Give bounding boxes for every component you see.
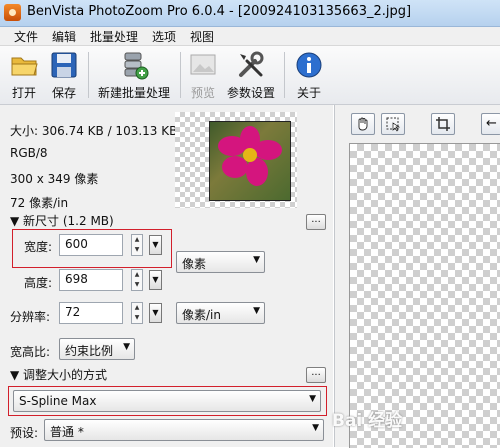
- toolbar-separator: [88, 52, 89, 98]
- preview-image-icon: [190, 54, 216, 75]
- menu-view[interactable]: 视图: [190, 28, 214, 45]
- batch-server-icon: [124, 52, 149, 80]
- menu-file[interactable]: 文件: [14, 28, 38, 45]
- resize-method-more-button[interactable]: ...: [306, 367, 326, 383]
- preset-label: 预设:: [10, 426, 39, 440]
- chevron-down-icon: ▼: [253, 306, 260, 316]
- arrow-left-button[interactable]: ←: [481, 113, 500, 135]
- chevron-down-icon: ▼: [253, 255, 260, 265]
- height-input[interactable]: 698: [59, 269, 123, 291]
- watermark-text: Bai 经验: [332, 411, 403, 431]
- flower-photo: [209, 121, 291, 201]
- width-link-button[interactable]: ▼: [149, 235, 162, 255]
- image-thumbnail[interactable]: [175, 112, 297, 208]
- settings-panel: 大小: 306.74 KB / 103.13 KB RGB/8 300 x 34…: [0, 105, 333, 447]
- preview-canvas[interactable]: Bai 经验: [332, 143, 500, 448]
- tools-wrench-screwdriver-icon: [239, 51, 264, 77]
- resize-method-select[interactable]: S-Spline Max ▼: [13, 390, 321, 412]
- folder-open-icon: [11, 57, 38, 76]
- crop-icon: [436, 117, 450, 131]
- stepper-up-icon[interactable]: ▲: [133, 270, 141, 280]
- resolution-input[interactable]: 72: [59, 302, 123, 324]
- chevron-down-icon: ▼: [312, 423, 319, 433]
- stepper-up-icon[interactable]: ▲: [133, 303, 141, 313]
- resolution-link-button[interactable]: ▼: [149, 303, 162, 323]
- new-size-header[interactable]: ▼ 新尺寸 (1.2 MB): [10, 212, 114, 229]
- color-mode-text: RGB/8: [10, 146, 48, 160]
- arrow-left-icon: ←: [486, 116, 497, 131]
- info-icon: [296, 52, 322, 78]
- crop-tool-button[interactable]: [431, 113, 455, 135]
- menu-bar: 文件 编辑 批量处理 选项 视图: [0, 27, 500, 46]
- resolution-stepper[interactable]: ▲ ▼: [131, 302, 143, 324]
- size-unit-select[interactable]: 像素 ▼: [176, 251, 265, 273]
- chevron-down-icon: ▼: [309, 394, 316, 404]
- window-title: BenVista PhotoZoom Pro 6.0.4 - [20092410…: [27, 4, 412, 19]
- preset-select[interactable]: 普通 * ▼: [44, 419, 324, 441]
- resize-method-header[interactable]: ▼ 调整大小的方式: [10, 366, 107, 383]
- hand-tool-button[interactable]: [351, 113, 375, 135]
- resolution-text: 72 像素/in: [10, 196, 69, 210]
- width-input[interactable]: 600: [59, 234, 123, 256]
- height-label: 高度:: [24, 276, 53, 290]
- stepper-down-icon[interactable]: ▼: [133, 280, 141, 290]
- menu-options[interactable]: 选项: [152, 28, 176, 45]
- width-stepper[interactable]: ▲ ▼: [131, 234, 143, 256]
- chevron-down-icon: ▼: [123, 342, 130, 352]
- hand-icon: [358, 117, 368, 131]
- stepper-down-icon[interactable]: ▼: [133, 313, 141, 323]
- stepper-down-icon[interactable]: ▼: [133, 245, 141, 255]
- stepper-up-icon[interactable]: ▲: [133, 235, 141, 245]
- preview-panel: ← Bai 经验: [332, 105, 500, 448]
- resolution-label: 分辨率:: [10, 310, 51, 324]
- new-size-more-button[interactable]: ...: [306, 214, 326, 230]
- file-size-text: 大小: 306.74 KB / 103.13 KB: [10, 124, 178, 138]
- menu-batch[interactable]: 批量处理: [90, 28, 138, 45]
- aspect-ratio-label: 宽高比:: [10, 345, 51, 359]
- height-link-button[interactable]: ▼: [149, 270, 162, 290]
- height-stepper[interactable]: ▲ ▼: [131, 269, 143, 291]
- toolbar: 打开 保存 新建批量处理 预览 参数设置 关于: [0, 46, 500, 105]
- toolbar-separator: [284, 52, 285, 98]
- toolbar-separator: [180, 52, 181, 98]
- app-icon: [4, 4, 21, 21]
- title-bar: BenVista PhotoZoom Pro 6.0.4 - [20092410…: [0, 0, 500, 27]
- resolution-unit-select[interactable]: 像素/in ▼: [176, 302, 265, 324]
- aspect-ratio-select[interactable]: 约束比例 ▼: [59, 338, 135, 360]
- menu-edit[interactable]: 编辑: [52, 28, 76, 45]
- floppy-disk-icon: [51, 52, 77, 78]
- selection-icon: [386, 117, 401, 132]
- dimensions-text: 300 x 349 像素: [10, 172, 99, 186]
- width-label: 宽度:: [24, 240, 53, 254]
- selection-tool-button[interactable]: [381, 113, 405, 135]
